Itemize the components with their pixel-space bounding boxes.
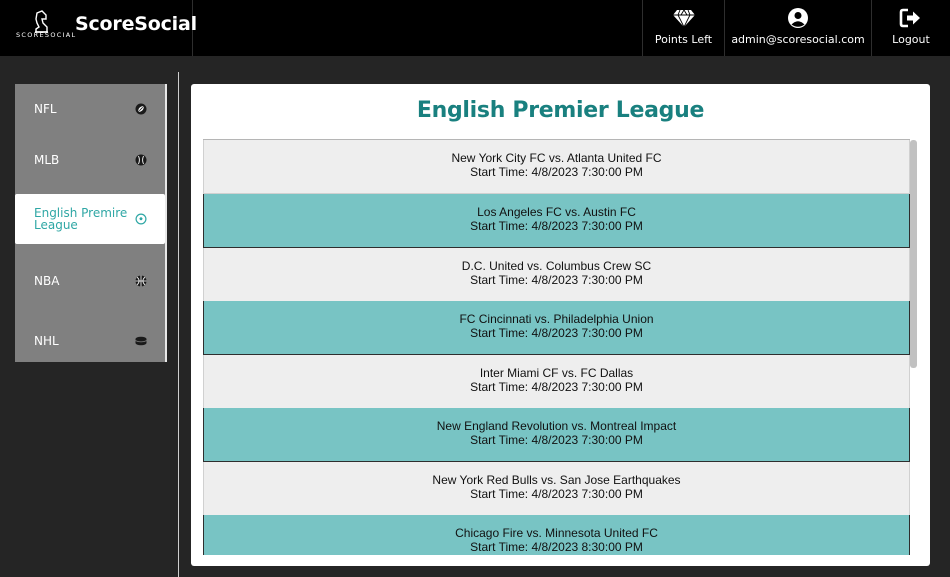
match-teams: New York City FC vs. Atlanta United FC xyxy=(451,151,662,165)
hockey-puck-icon xyxy=(135,336,147,346)
sidebar-item-label: NBA xyxy=(34,274,60,288)
match-row[interactable]: FC Cincinnati vs. Philadelphia Union Sta… xyxy=(203,301,910,355)
brand[interactable]: SCORESOCIAL ScoreSocial xyxy=(0,0,197,56)
app-name: ScoreSocial xyxy=(75,13,197,35)
soccer-ball-icon xyxy=(135,213,147,225)
match-teams: D.C. United vs. Columbus Crew SC xyxy=(461,259,652,273)
points-left-label: Points Left xyxy=(654,33,713,46)
sidebar-item-label: English Premire League xyxy=(34,206,128,232)
match-start-time: Start Time: 4/8/2023 7:30:00 PM xyxy=(470,273,643,287)
match-list[interactable]: New York City FC vs. Atlanta United FC S… xyxy=(203,139,910,555)
top-navbar: SCORESOCIAL ScoreSocial Points Left admi… xyxy=(0,0,950,56)
match-start-time: Start Time: 4/8/2023 7:30:00 PM xyxy=(470,380,643,394)
match-teams: Los Angeles FC vs. Austin FC xyxy=(477,205,636,219)
football-icon xyxy=(135,103,147,115)
matches-panel: English Premier League New York City FC … xyxy=(191,84,930,566)
user-email-label: admin@scoresocial.com xyxy=(731,33,865,46)
sidebar-item-nfl[interactable]: NFL xyxy=(15,84,165,134)
sidebar-item-nhl[interactable]: NHL xyxy=(15,316,165,366)
logout-label: Logout xyxy=(892,33,930,46)
sidebar-item-label: NFL xyxy=(34,102,57,116)
content-divider xyxy=(178,72,179,577)
baseball-icon xyxy=(135,154,147,166)
match-teams: FC Cincinnati vs. Philadelphia Union xyxy=(459,312,654,326)
match-start-time: Start Time: 4/8/2023 7:30:00 PM xyxy=(470,326,643,340)
sidebar-item-label: NHL xyxy=(34,334,59,348)
sidebar-item-nba[interactable]: NBA xyxy=(15,256,165,306)
logout-icon xyxy=(899,8,920,28)
match-teams: New York Red Bulls vs. San Jose Earthqua… xyxy=(432,473,681,487)
match-start-time: Start Time: 4/8/2023 7:30:00 PM xyxy=(470,433,643,447)
sidebar-item-mlb[interactable]: MLB xyxy=(15,135,165,185)
user-account-button[interactable]: admin@scoresocial.com xyxy=(724,0,871,56)
match-row[interactable]: New York City FC vs. Atlanta United FC S… xyxy=(203,140,910,194)
diamond-icon xyxy=(672,9,695,29)
match-teams: Inter Miami CF vs. FC Dallas xyxy=(479,366,634,380)
match-start-time: Start Time: 4/8/2023 7:30:00 PM xyxy=(470,165,643,179)
sports-sidebar: NFL MLB English Premire League NBA NHL xyxy=(15,84,167,362)
match-row[interactable]: Los Angeles FC vs. Austin FC Start Time:… xyxy=(203,194,910,248)
logo-wordmark: SCORESOCIAL xyxy=(16,31,77,39)
match-teams: Chicago Fire vs. Minnesota United FC xyxy=(455,526,658,540)
match-row[interactable]: New York Red Bulls vs. San Jose Earthqua… xyxy=(203,462,910,516)
basketball-icon xyxy=(135,275,147,287)
sidebar-item-label: MLB xyxy=(34,153,60,167)
match-list-scrollbar[interactable] xyxy=(910,140,917,368)
logout-button[interactable]: Logout xyxy=(871,0,950,56)
match-row[interactable]: D.C. United vs. Columbus Crew SC Start T… xyxy=(203,248,910,302)
page-title: English Premier League xyxy=(416,98,705,123)
match-row[interactable]: New England Revolution vs. Montreal Impa… xyxy=(203,408,910,462)
user-avatar-icon xyxy=(788,8,808,28)
match-start-time: Start Time: 4/8/2023 7:30:00 PM xyxy=(470,487,643,501)
match-row[interactable]: Inter Miami CF vs. FC Dallas Start Time:… xyxy=(203,355,910,409)
match-start-time: Start Time: 4/8/2023 8:30:00 PM xyxy=(470,540,643,554)
match-teams: New England Revolution vs. Montreal Impa… xyxy=(436,419,677,433)
match-row[interactable]: Chicago Fire vs. Minnesota United FC Sta… xyxy=(203,515,910,555)
sidebar-item-english-premier-league[interactable]: English Premire League xyxy=(15,194,165,244)
match-start-time: Start Time: 4/8/2023 7:30:00 PM xyxy=(470,219,643,233)
points-left-button[interactable]: Points Left xyxy=(642,0,724,56)
